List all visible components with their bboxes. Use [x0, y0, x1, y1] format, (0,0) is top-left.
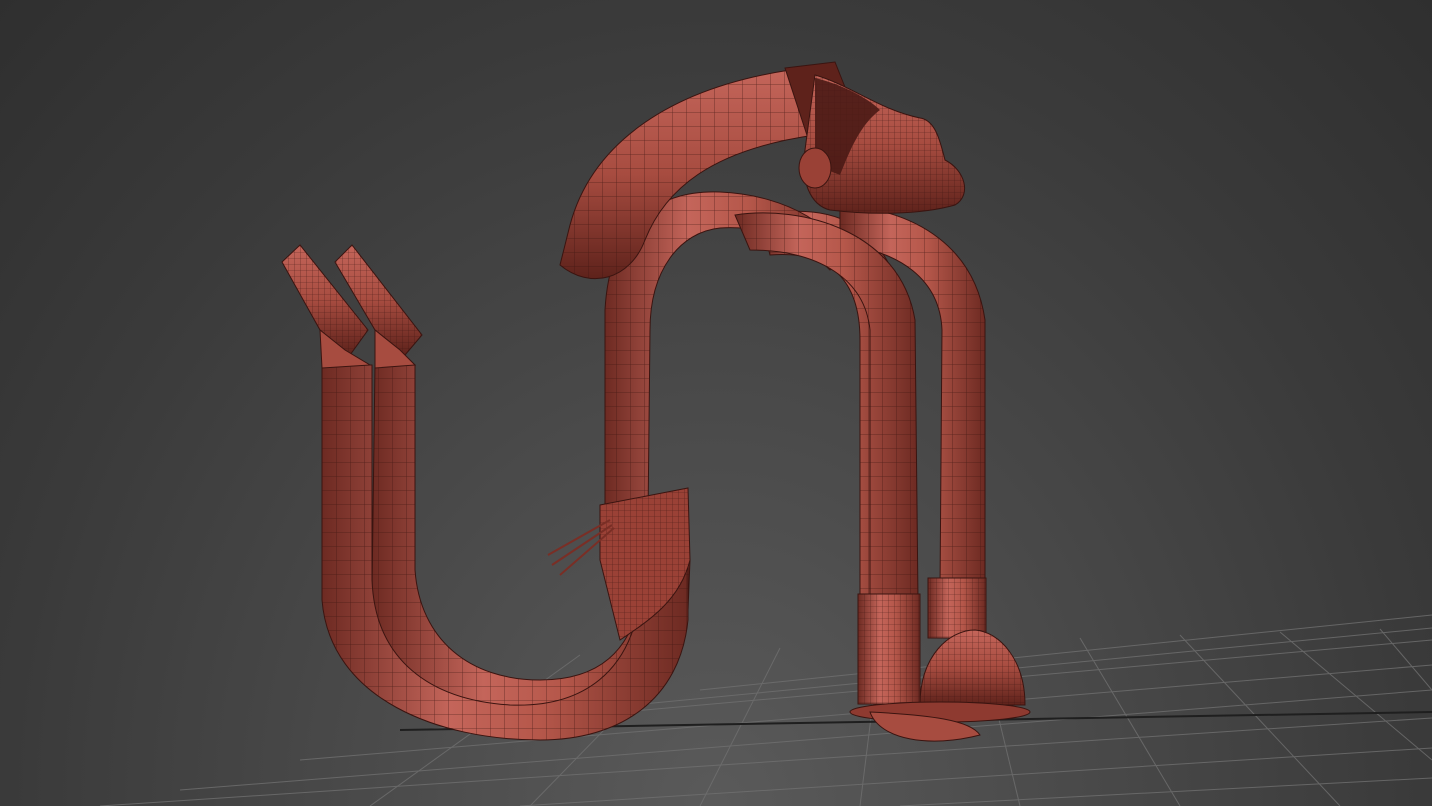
ear	[798, 147, 832, 189]
3d-viewport[interactable]	[0, 0, 1432, 806]
wireframe-mesh-model[interactable]	[281, 61, 1031, 742]
ground-grid	[99, 614, 1432, 806]
viewport-canvas[interactable]	[0, 0, 1432, 806]
